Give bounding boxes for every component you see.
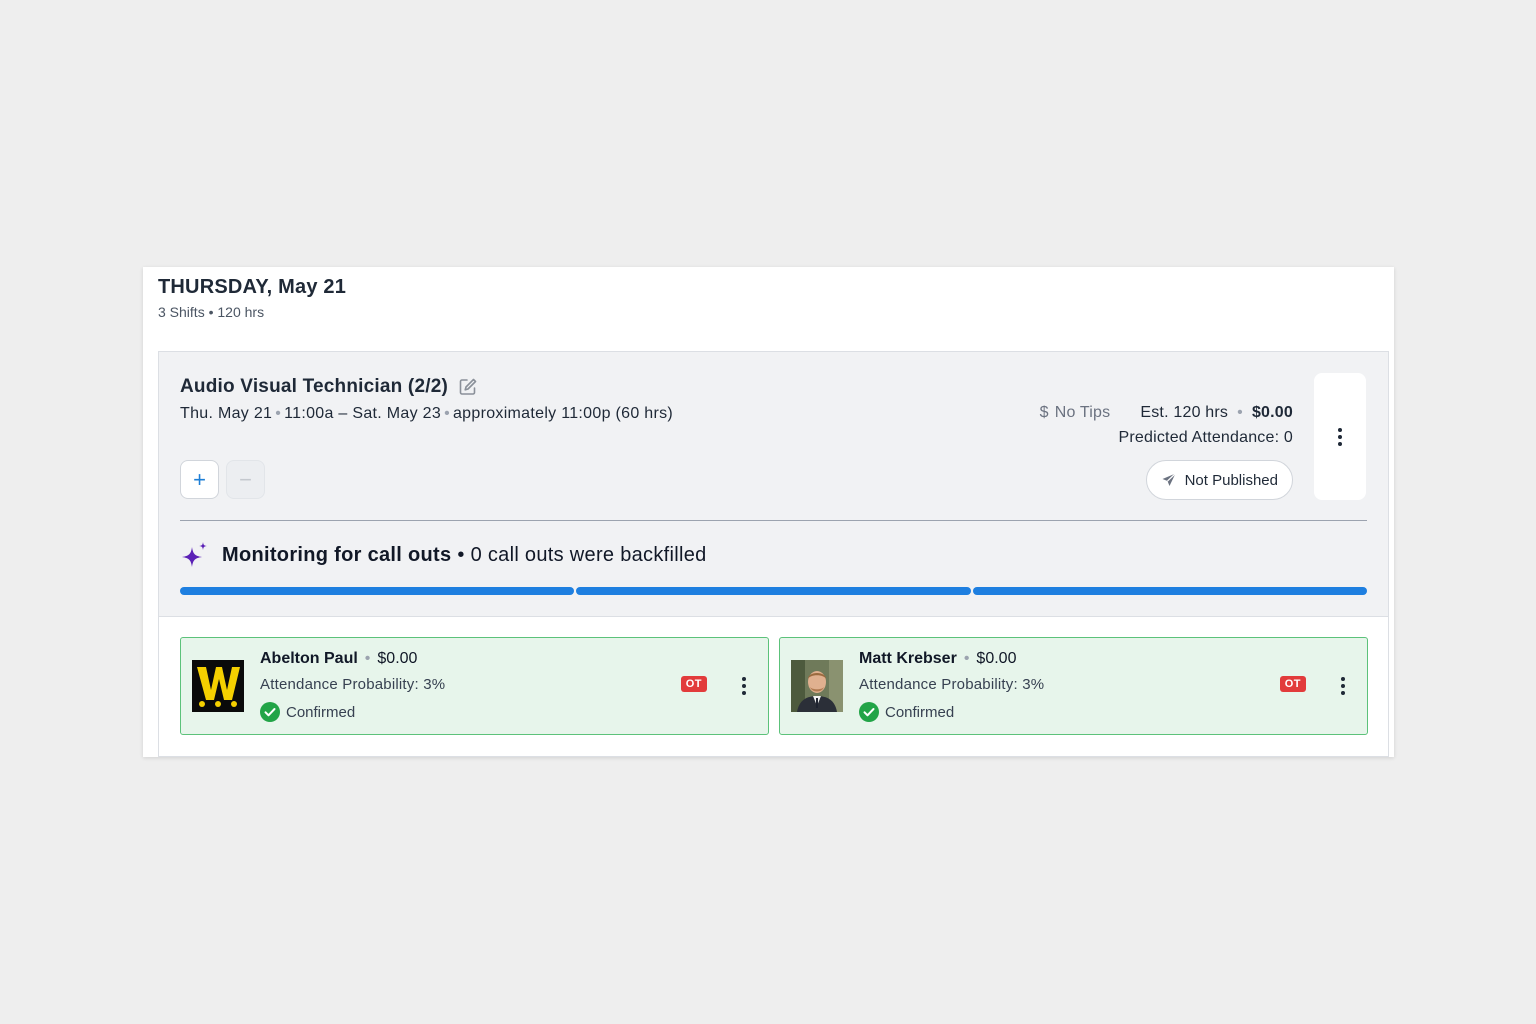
shift-start: Thu. May 21 bbox=[180, 405, 273, 422]
shift-time-range: 11:00a – Sat. May 23 bbox=[284, 405, 442, 422]
monitoring-detail: • 0 call outs were backfilled bbox=[457, 543, 707, 566]
tips-label: No Tips bbox=[1054, 404, 1111, 421]
employee-pay: $0.00 bbox=[377, 650, 418, 667]
logo-avatar bbox=[192, 660, 244, 712]
overtime-badge: OT bbox=[1279, 676, 1306, 692]
edit-icon[interactable] bbox=[458, 377, 478, 397]
shift-title-row: Audio Visual Technician (2/2) bbox=[180, 376, 478, 398]
est-hours: Est. 120 hrs bbox=[1140, 404, 1229, 421]
send-icon bbox=[1162, 473, 1176, 486]
monitoring-title: Monitoring for call outs bbox=[222, 543, 452, 566]
kebab-menu-icon[interactable] bbox=[742, 677, 746, 695]
employee-name-row: Matt Krebser • $0.00 bbox=[859, 650, 1016, 668]
dot-separator: • bbox=[275, 405, 282, 422]
dollar-icon: $ bbox=[1039, 404, 1049, 421]
status-label: Confirmed bbox=[286, 703, 356, 721]
employee-card[interactable]: Matt Krebser • $0.00 Attendance Probabil… bbox=[779, 637, 1368, 735]
dot-separator: • bbox=[963, 650, 970, 667]
shift-card: Audio Visual Technician (2/2) Thu. May 2… bbox=[158, 351, 1389, 757]
shift-time: Thu. May 21 • 11:00a – Sat. May 23 • approxi… bbox=[180, 405, 673, 423]
shift-title: Audio Visual Technician (2/2) bbox=[180, 376, 448, 397]
attendance-probability: Attendance Probability: 3% bbox=[260, 676, 446, 693]
publish-status-label: Not Published bbox=[1184, 471, 1278, 489]
dot-separator: • bbox=[444, 405, 450, 422]
overtime-badge: OT bbox=[680, 676, 707, 692]
employee-pay: $0.00 bbox=[976, 650, 1017, 667]
status-badge: Confirmed bbox=[260, 702, 355, 722]
shift-menu-button[interactable] bbox=[1314, 373, 1366, 500]
status-label: Confirmed bbox=[885, 703, 955, 721]
progress-segment bbox=[576, 587, 971, 595]
dot-separator: • bbox=[364, 650, 371, 667]
remove-slot-button[interactable]: − bbox=[226, 460, 265, 499]
progress-segment bbox=[972, 587, 1367, 595]
predicted-attendance: Predicted Attendance: 0 bbox=[1118, 429, 1293, 446]
assignments-area: Abelton Paul • $0.00 Attendance Probabil… bbox=[159, 616, 1388, 756]
progress-bar bbox=[180, 587, 1367, 595]
day-panel: THURSDAY, May 21 3 Shifts • 120 hrs Audi… bbox=[143, 267, 1394, 757]
shift-meta: $ No Tips Est. 120 hrs • $0.00 Predicted … bbox=[1040, 404, 1293, 447]
progress-segment bbox=[180, 587, 575, 595]
employee-name: Abelton Paul bbox=[260, 650, 358, 667]
day-summary: 3 Shifts • 120 hrs bbox=[158, 304, 265, 320]
day-title: THURSDAY, May 21 bbox=[158, 276, 347, 298]
divider bbox=[180, 520, 1367, 521]
shift-end-note: approximately 11:00p (60 hrs) bbox=[452, 405, 674, 422]
check-circle-icon bbox=[260, 702, 280, 722]
add-slot-button[interactable]: + bbox=[180, 460, 219, 499]
attendance-probability: Attendance Probability: 3% bbox=[859, 676, 1045, 693]
photo-avatar bbox=[791, 660, 843, 712]
check-circle-icon bbox=[859, 702, 879, 722]
status-badge: Confirmed bbox=[859, 702, 954, 722]
employee-name: Matt Krebser bbox=[859, 650, 957, 667]
kebab-menu-icon[interactable] bbox=[1341, 677, 1345, 695]
publish-button[interactable]: Not Published bbox=[1145, 460, 1293, 500]
kebab-menu-icon bbox=[1338, 427, 1342, 446]
sparkle-icon bbox=[182, 542, 207, 567]
monitoring-banner: Monitoring for call outs • 0 call outs w… bbox=[180, 540, 707, 570]
employee-name-row: Abelton Paul • $0.00 bbox=[260, 650, 417, 668]
employee-card[interactable]: Abelton Paul • $0.00 Attendance Probabil… bbox=[180, 637, 769, 735]
tips-info: $ No Tips bbox=[1040, 404, 1111, 422]
dot-separator: • bbox=[1237, 404, 1243, 421]
est-cost: $0.00 bbox=[1251, 404, 1293, 421]
